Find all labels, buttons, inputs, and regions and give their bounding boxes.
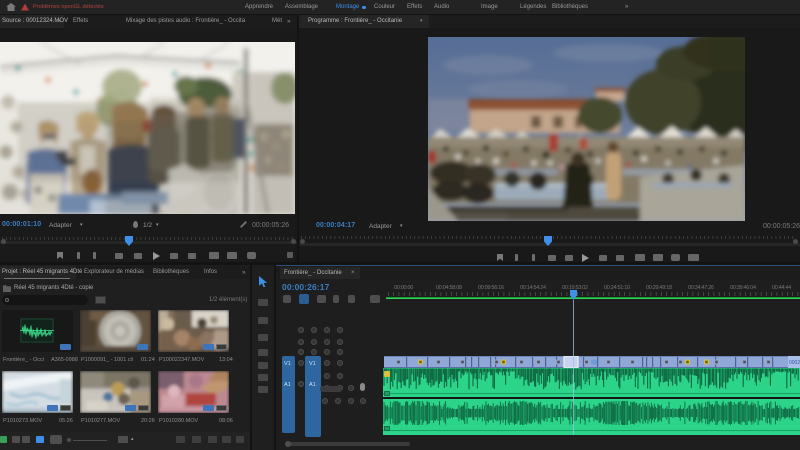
svg-text:0002: 0002	[789, 360, 800, 366]
